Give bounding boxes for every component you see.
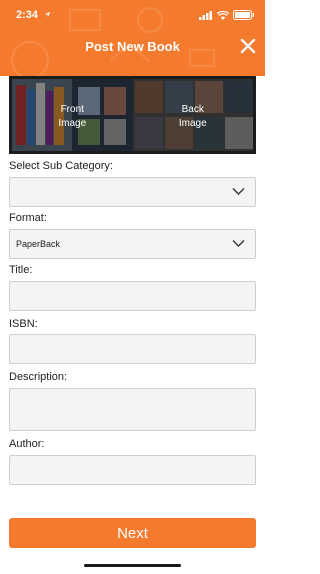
status-icons — [199, 10, 255, 20]
front-image-label: Front Image — [12, 103, 133, 131]
isbn-input[interactable] — [9, 334, 256, 364]
next-button[interactable]: Next — [9, 518, 256, 548]
close-icon[interactable] — [240, 38, 256, 54]
page-title: Post New Book — [85, 39, 180, 54]
chevron-down-icon — [232, 240, 245, 247]
home-indicator — [84, 564, 181, 567]
description-label: Description: — [9, 371, 68, 383]
format-value: PaperBack — [16, 239, 61, 249]
title-label: Title: — [9, 264, 33, 276]
author-input[interactable] — [9, 455, 256, 485]
back-image-label-text: Back Image — [178, 104, 207, 129]
isbn-label: ISBN: — [9, 318, 38, 330]
author-label: Author: — [9, 438, 45, 450]
header-bar: 2:34 Post New Book — [0, 0, 265, 76]
wifi-icon — [217, 10, 229, 20]
status-bar: 2:34 — [0, 0, 265, 30]
title-input[interactable] — [9, 281, 256, 311]
location-arrow-icon — [44, 11, 51, 18]
signal-icon — [199, 10, 212, 20]
next-button-label: Next — [117, 524, 148, 542]
sub-category-label: Select Sub Category: — [9, 160, 113, 172]
description-input[interactable] — [9, 388, 256, 431]
image-picker: Front Image Back Image — [9, 76, 256, 154]
format-select[interactable]: PaperBack — [9, 229, 256, 259]
back-image-button[interactable]: Back Image — [132, 79, 254, 151]
battery-icon — [233, 10, 254, 20]
front-image-label-text: Front Image — [58, 104, 87, 129]
chevron-down-icon — [232, 188, 245, 195]
format-label: Format: — [9, 212, 47, 224]
back-image-label: Back Image — [133, 103, 254, 131]
sub-category-select[interactable] — [9, 177, 256, 207]
front-image-button[interactable]: Front Image — [12, 79, 133, 151]
status-time: 2:34 — [16, 9, 39, 21]
